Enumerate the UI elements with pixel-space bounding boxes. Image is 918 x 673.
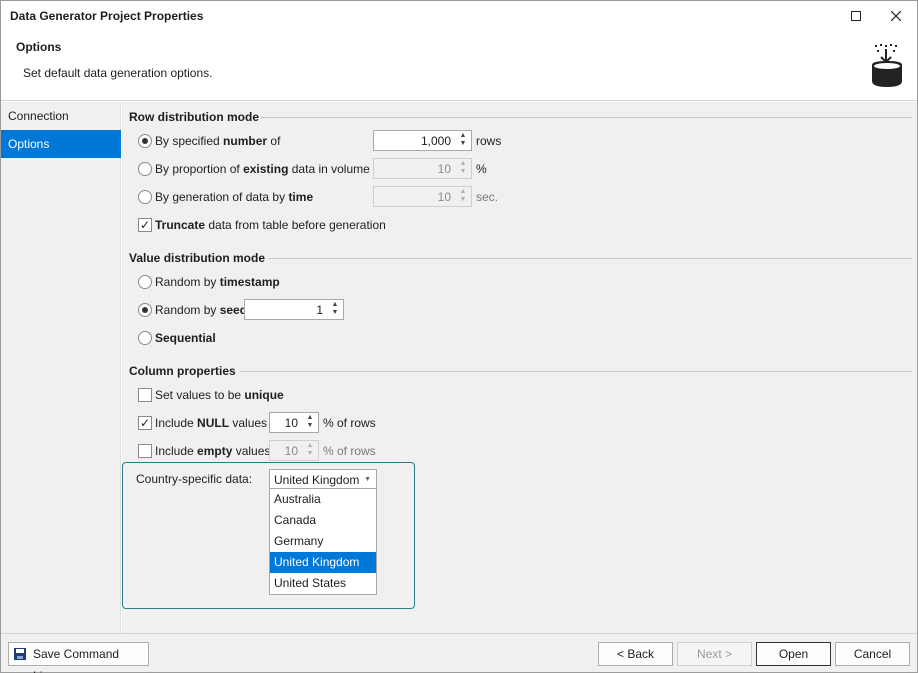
page-header: Options Set default data generation opti… — [1, 31, 917, 101]
spinner-arrows-icon: ▲ ▼ — [459, 160, 467, 175]
proportion-value: 10 — [437, 162, 451, 176]
country-combobox[interactable]: United Kingdom ▼ — [269, 469, 377, 489]
seconds-unit: sec. — [476, 190, 499, 204]
maximize-icon — [851, 11, 861, 21]
empty-percent-value: 10 — [284, 444, 298, 458]
sequential-radio[interactable] — [138, 331, 152, 345]
by-number-radio[interactable] — [138, 134, 152, 148]
back-button[interactable]: < Back — [598, 642, 673, 666]
time-value: 10 — [437, 190, 451, 204]
unique-checkbox[interactable] — [138, 388, 152, 402]
country-option-united-states[interactable]: United States — [270, 573, 376, 594]
include-null-checkbox[interactable]: ✓ — [138, 416, 152, 430]
by-number-label: By specified number of — [155, 134, 281, 148]
close-button[interactable] — [876, 1, 916, 31]
unique-label: Set values to be unique — [155, 388, 284, 402]
spinner-arrows-icon[interactable]: ▲ ▼ — [304, 414, 316, 431]
page-title: Options — [16, 40, 62, 54]
open-button[interactable]: Open — [756, 642, 831, 666]
truncate-checkbox[interactable]: ✓ — [138, 218, 152, 232]
include-empty-checkbox[interactable] — [138, 444, 152, 458]
maximize-button[interactable] — [836, 1, 876, 31]
truncate-label: Truncate data from table before generati… — [155, 218, 386, 232]
seed-value: 1 — [316, 303, 323, 317]
by-proportion-label: By proportion of existing data in volume… — [155, 162, 384, 176]
database-download-icon — [872, 44, 902, 87]
empty-percent-unit: % of rows — [323, 444, 376, 458]
by-time-label: By generation of data by time — [155, 190, 314, 204]
row-distribution-divider — [260, 117, 912, 118]
time-spinner: 10 ▲ ▼ — [373, 186, 472, 207]
row-count-spinner[interactable]: 1,000 ▲ ▼ — [373, 130, 472, 151]
empty-percent-spinner: 10 ▲ ▼ — [269, 440, 319, 461]
percent-unit: % — [476, 162, 487, 176]
dialog-footer: Save Command Line... < Back Next > Open … — [1, 633, 917, 673]
value-distribution-divider — [268, 258, 912, 259]
rows-unit: rows — [476, 134, 502, 148]
spinner-arrows-icon[interactable]: ▲ ▼ — [329, 301, 341, 318]
row-distribution-title: Row distribution mode — [129, 110, 259, 124]
null-percent-value: 10 — [284, 416, 298, 430]
value-distribution-title: Value distribution mode — [129, 251, 266, 265]
sidebar: Connection Options — [1, 102, 121, 633]
window-title: Data Generator Project Properties — [10, 9, 204, 23]
title-bar: Data Generator Project Properties — [1, 1, 917, 31]
chevron-down-icon[interactable]: ▼ — [364, 476, 371, 483]
include-null-label: Include NULL values — [155, 416, 268, 430]
proportion-spinner: 10 ▲ ▼ — [373, 158, 472, 179]
spinner-arrows-icon[interactable]: ▲ ▼ — [457, 132, 469, 149]
save-command-line-button[interactable]: Save Command Line... — [8, 642, 149, 673]
country-option-australia[interactable]: Australia — [270, 489, 376, 510]
sidebar-item-options[interactable]: Options — [1, 130, 121, 158]
country-option-canada[interactable]: Canada — [270, 510, 376, 531]
country-option-germany[interactable]: Germany — [270, 531, 376, 552]
column-properties-divider — [240, 371, 912, 372]
country-label: Country-specific data: — [136, 472, 253, 486]
dialog-window: Data Generator Project Properties Option… — [0, 0, 918, 673]
spinner-arrows-icon: ▲ ▼ — [306, 442, 314, 457]
include-empty-label: Include empty values — [155, 444, 271, 458]
by-proportion-radio[interactable] — [138, 162, 152, 176]
page-description: Set default data generation options. — [23, 66, 213, 80]
close-icon — [891, 11, 901, 21]
null-percent-spinner[interactable]: 10 ▲ ▼ — [269, 412, 319, 433]
random-timestamp-radio[interactable] — [138, 275, 152, 289]
country-dropdown-list: Australia Canada Germany United Kingdom … — [269, 488, 377, 595]
random-timestamp-label: Random by timestamp — [155, 275, 280, 289]
by-time-radio[interactable] — [138, 190, 152, 204]
options-panel: Row distribution mode By specified numbe… — [122, 102, 917, 633]
next-button[interactable]: Next > — [677, 642, 752, 666]
sequential-label: Sequential — [155, 331, 216, 345]
seed-spinner[interactable]: 1 ▲ ▼ — [244, 299, 344, 320]
random-seed-radio[interactable] — [138, 303, 152, 317]
random-seed-label: Random by seed — [155, 303, 248, 317]
sidebar-item-connection[interactable]: Connection — [1, 102, 121, 130]
floppy-disk-icon — [14, 648, 26, 660]
null-percent-unit: % of rows — [323, 416, 376, 430]
save-command-line-label: Save Command Line... — [33, 647, 120, 673]
cancel-button[interactable]: Cancel — [835, 642, 910, 666]
column-properties-title: Column properties — [129, 364, 236, 378]
country-selected-value: United Kingdom — [274, 473, 360, 487]
country-option-united-kingdom[interactable]: United Kingdom — [270, 552, 376, 573]
spinner-arrows-icon: ▲ ▼ — [459, 188, 467, 203]
row-count-value: 1,000 — [420, 134, 451, 148]
